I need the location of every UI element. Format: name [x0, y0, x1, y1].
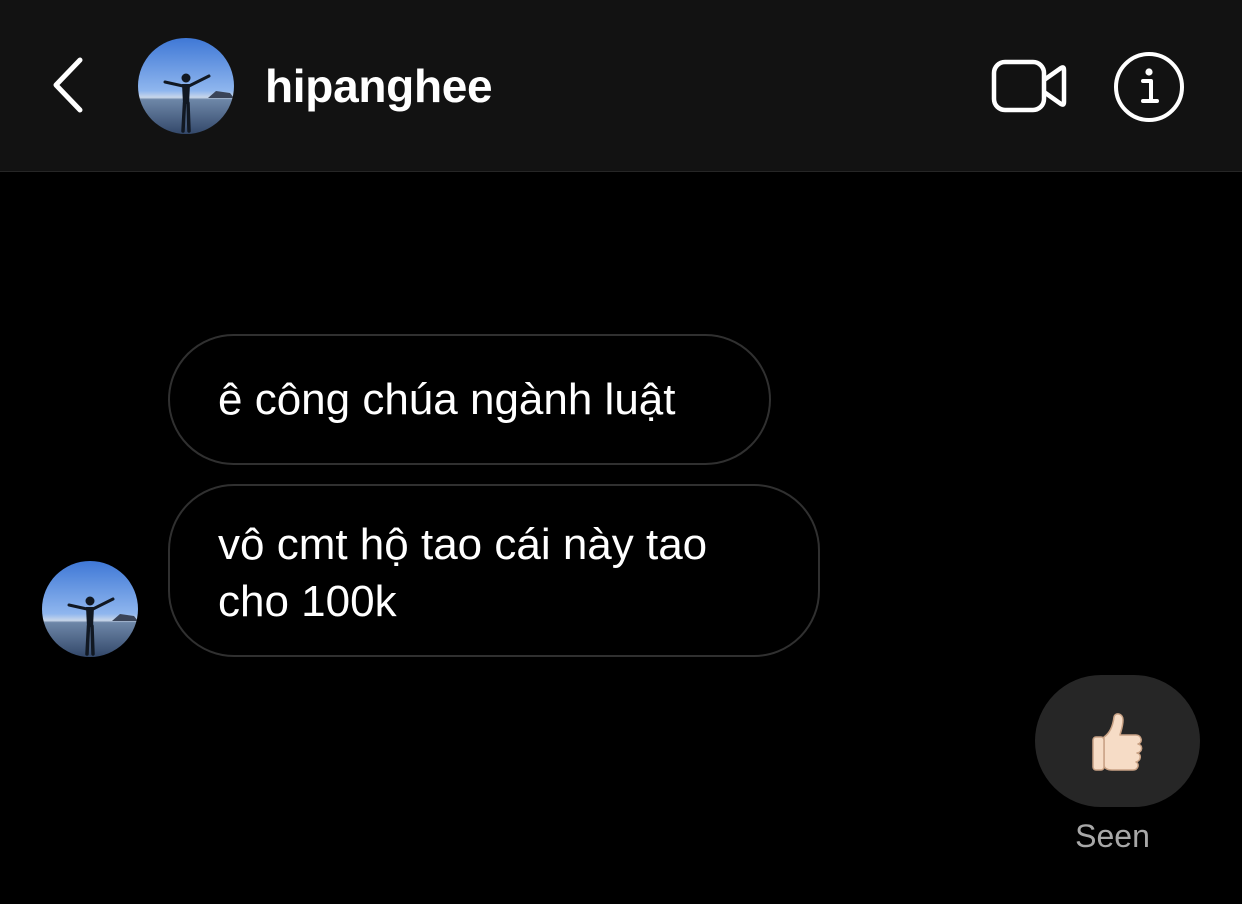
- message-bubble[interactable]: ê công chúa ngành luật: [168, 334, 771, 465]
- seen-status: Seen: [1075, 818, 1150, 854]
- message-bubble[interactable]: vô cmt hộ tao cái này tao cho 100k: [168, 484, 820, 657]
- info-button[interactable]: [1110, 48, 1188, 126]
- video-camera-icon: [991, 59, 1067, 113]
- back-button[interactable]: [40, 50, 96, 120]
- chat-username[interactable]: hipanghee: [265, 56, 493, 116]
- thumbs-up-message[interactable]: [1035, 675, 1200, 807]
- video-call-button[interactable]: [988, 52, 1070, 120]
- chevron-left-icon: [53, 57, 83, 113]
- thumbs-up-icon: [1091, 713, 1142, 771]
- header-avatar[interactable]: [138, 38, 234, 134]
- chat-header: hipanghee: [0, 0, 1242, 172]
- info-circle-icon: [1114, 52, 1184, 122]
- sender-avatar[interactable]: [42, 561, 138, 657]
